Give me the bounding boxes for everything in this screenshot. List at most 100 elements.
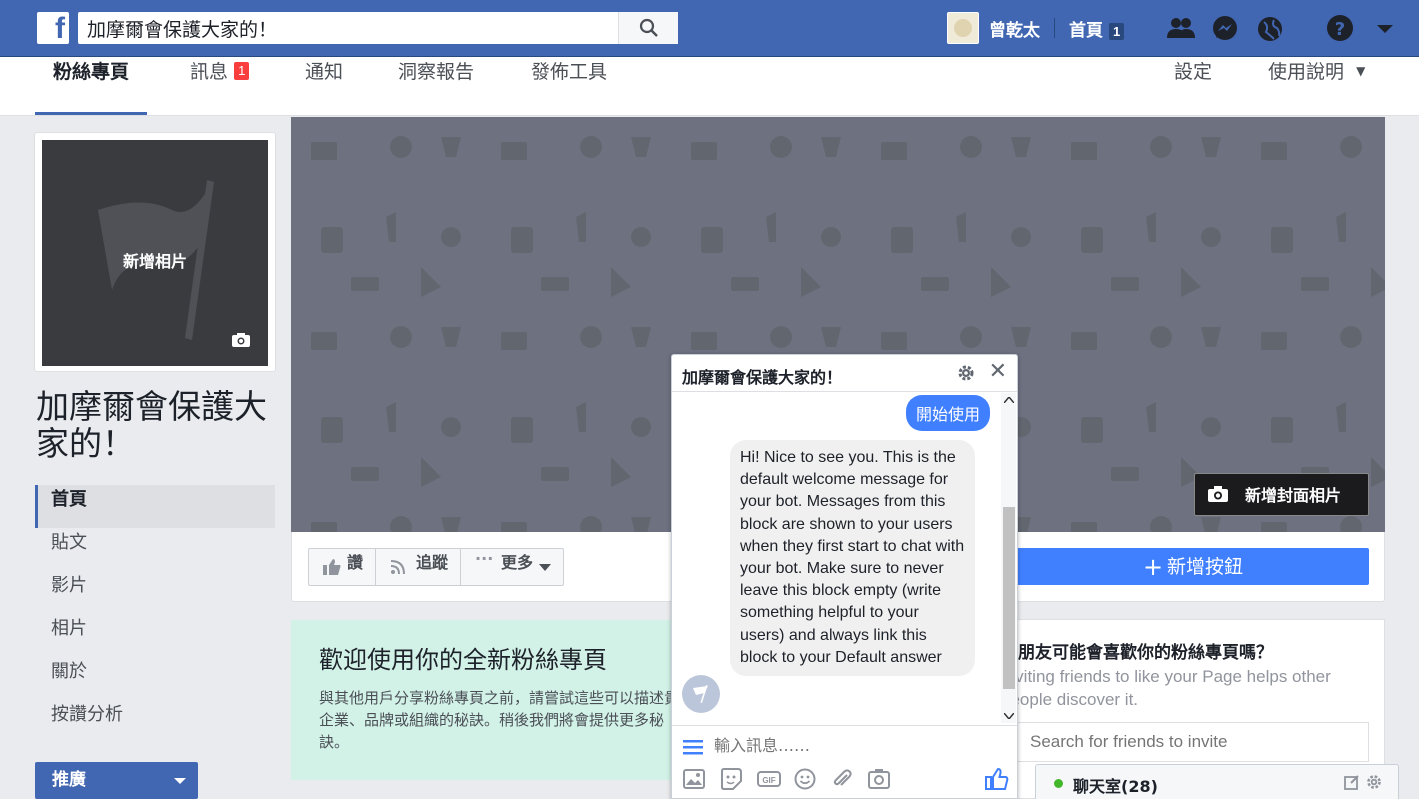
home-label: 首頁	[1069, 20, 1103, 41]
chat-toolbar: GIF	[672, 765, 1017, 799]
messages-badge: 1	[234, 62, 250, 80]
tab-notifications[interactable]: 通知	[305, 57, 343, 115]
tab-help-label: 使用說明	[1268, 61, 1345, 83]
avatar[interactable]	[947, 12, 979, 44]
top-bar: f 曾乾太 首頁 1 ?	[0, 0, 1419, 57]
camera-icon[interactable]	[868, 768, 890, 790]
user-area: 曾乾太 首頁 1	[947, 12, 1125, 44]
add-cover-photo-label: 新增封面相片	[1245, 486, 1342, 505]
welcome-title: 歡迎使用你的全新粉絲專頁	[319, 646, 607, 674]
search-button[interactable]	[618, 12, 678, 44]
thumbs-up-icon	[323, 559, 341, 575]
tab-notifications-label: 通知	[305, 61, 344, 83]
gear-icon[interactable]	[1366, 774, 1382, 790]
left-nav-item-videos[interactable]: 影片	[35, 571, 275, 614]
tab-settings-label: 設定	[1174, 61, 1213, 83]
tab-publishing-tools[interactable]: 發佈工具	[531, 57, 607, 115]
chat-header[interactable]: 加摩爾會保護大家的！ ✕	[672, 355, 1017, 392]
gear-icon[interactable]	[957, 364, 975, 382]
user-name[interactable]: 曾乾太	[989, 16, 1040, 41]
page-title: 加摩爾會保護大家的！	[36, 387, 267, 463]
follow-button[interactable]: 追蹤	[376, 549, 462, 585]
left-nav-item-photos[interactable]: 相片	[35, 614, 275, 657]
welcome-text: 與其他用戶分享粉絲專頁之前，請嘗試這些可以描述貴企業、品牌或組織的秘訣。稍後我們…	[319, 689, 680, 751]
home-link[interactable]: 首頁 1	[1069, 16, 1125, 41]
sticker-icon[interactable]	[720, 768, 742, 790]
chat-scrollbar[interactable]	[1001, 393, 1016, 723]
tab-messages[interactable]: 訊息 1	[190, 57, 250, 115]
friend-requests-icon[interactable]	[1165, 14, 1195, 44]
add-cover-photo-button[interactable]: 新增封面相片	[1194, 473, 1369, 516]
attachment-icon[interactable]	[831, 768, 853, 790]
tab-messages-label: 訊息	[190, 61, 229, 83]
thumbs-up-icon[interactable]	[985, 767, 1009, 790]
invite-title: 有朋友可能會喜歡你的粉絲專頁嗎？	[1001, 643, 1273, 663]
online-status-dot	[1054, 779, 1063, 788]
chat-sidebar-bar[interactable]: 聊天室(28)	[1035, 764, 1399, 799]
search-box	[78, 12, 678, 44]
page-nav: 粉絲專頁 訊息 1 通知 洞察報告 發佈工具 設定 使用說明 ▼	[0, 57, 1419, 116]
user-message-bubble: 開始使用	[905, 395, 990, 431]
like-button[interactable]: 讚	[309, 549, 377, 585]
home-count-badge: 1	[1109, 22, 1125, 40]
tab-help[interactable]: 使用說明 ▼	[1268, 57, 1365, 115]
divider	[1054, 18, 1055, 38]
chat-window: 加摩爾會保護大家的！ ✕ 開始使用 Hi! Nice to see you. T…	[671, 354, 1018, 799]
left-nav-item-posts[interactable]: 貼文	[35, 528, 275, 571]
facebook-logo[interactable]: f	[37, 12, 69, 45]
scroll-up-icon[interactable]	[1004, 397, 1014, 403]
tab-insights[interactable]: 洞察報告	[398, 57, 474, 115]
welcome-card: 歡迎使用你的全新粉絲專頁 與其他用戶分享粉絲專頁之前，請嘗試這些可以描述貴企業、…	[291, 620, 691, 780]
rss-icon	[390, 560, 406, 575]
profile-picture[interactable]: 新增相片	[42, 140, 268, 366]
new-message-icon[interactable]	[1344, 774, 1360, 790]
search-icon	[639, 18, 658, 37]
tab-page-label: 粉絲專頁	[53, 61, 130, 83]
like-label: 讚	[347, 553, 364, 572]
notifications-globe-icon[interactable]	[1255, 14, 1285, 44]
help-icon[interactable]: ?	[1325, 14, 1355, 44]
page-action-buttons: 讚 追蹤 ··· 更多	[308, 548, 565, 586]
add-button[interactable]: + 新增按鈕	[1017, 548, 1369, 585]
invite-text: Inviting friends to like your Page helps…	[1001, 667, 1331, 709]
top-icons: ?	[1165, 14, 1415, 44]
chat-input-row	[672, 725, 1017, 765]
follow-label: 追蹤	[416, 553, 449, 572]
emoji-icon[interactable]	[794, 768, 816, 790]
more-label: 更多	[501, 553, 534, 572]
search-input[interactable]	[78, 12, 618, 44]
add-button-label: 新增按鈕	[1167, 556, 1244, 578]
tab-insights-label: 洞察報告	[398, 61, 475, 83]
more-dots-icon: ···	[475, 549, 494, 568]
more-button[interactable]: ··· 更多	[461, 549, 563, 585]
messenger-icon[interactable]	[1210, 14, 1240, 44]
chat-message-input[interactable]	[714, 736, 954, 755]
gif-icon[interactable]: GIF	[757, 768, 781, 790]
left-nav: 首頁 貼文 影片 相片 關於 按讚分析	[35, 485, 275, 743]
left-nav-item-likes-insights[interactable]: 按讚分析	[35, 700, 275, 743]
bot-message-bubble: Hi! Nice to see you. This is the default…	[730, 440, 975, 677]
chat-title[interactable]: 加摩爾會保護大家的！	[682, 364, 842, 388]
camera-icon[interactable]	[231, 332, 251, 348]
close-icon[interactable]: ✕	[989, 361, 1007, 383]
chat-scrollbar-thumb[interactable]	[1003, 507, 1015, 689]
photo-icon[interactable]	[683, 768, 705, 790]
invite-search-input[interactable]	[1001, 722, 1369, 762]
tab-settings[interactable]: 設定	[1174, 57, 1212, 115]
left-nav-item-home[interactable]: 首頁	[35, 485, 275, 528]
help-caret-icon: ▼	[1356, 64, 1366, 78]
promote-button[interactable]: 推廣	[35, 762, 198, 799]
scroll-down-icon[interactable]	[1004, 713, 1014, 719]
profile-picture-card: 新增相片	[34, 132, 276, 372]
left-nav-item-about[interactable]: 關於	[35, 657, 275, 700]
menu-icon[interactable]	[683, 739, 703, 755]
account-menu-chevron-down-icon[interactable]	[1370, 14, 1400, 44]
tab-page[interactable]: 粉絲專頁	[35, 57, 148, 115]
chevron-down-icon	[539, 564, 552, 571]
flag-icon	[693, 685, 708, 703]
tab-publishing-tools-label: 發佈工具	[531, 61, 608, 83]
chatroom-label: 聊天室(28)	[1073, 777, 1158, 796]
chat-messages: 開始使用 Hi! Nice to see you. This is the de…	[672, 393, 1002, 723]
add-photo-label: 新增相片	[122, 252, 187, 271]
